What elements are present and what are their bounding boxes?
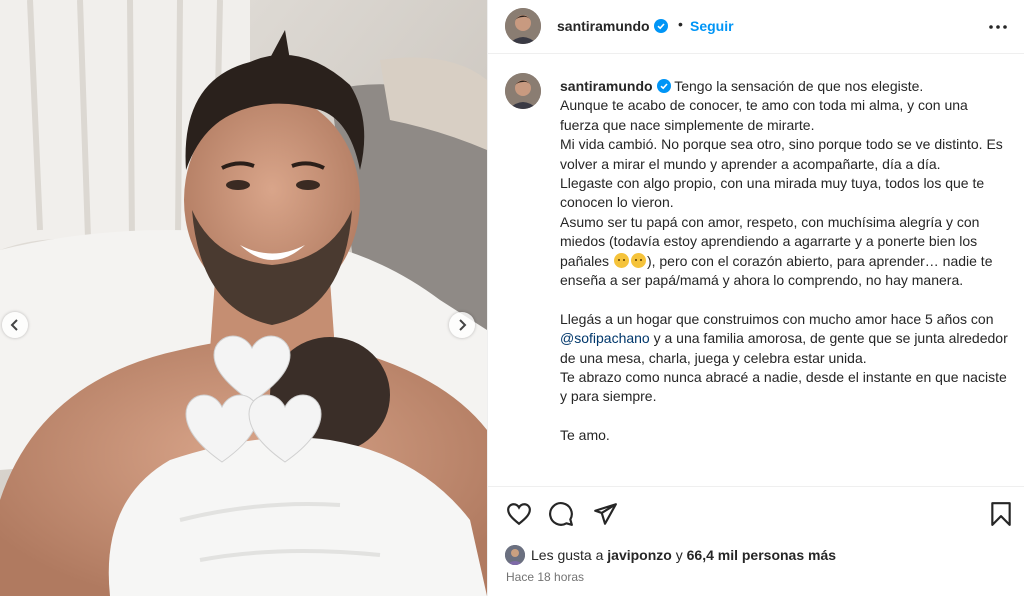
post-timestamp[interactable]: Hace 18 horas: [506, 570, 584, 584]
caption-line: Te abrazo como nunca abracé a nadie, des…: [560, 369, 1007, 405]
mention-link[interactable]: @sofipachano: [560, 330, 650, 346]
comment-button[interactable]: [548, 501, 574, 527]
caption-text: santiramundo Tengo la sensación de que n…: [560, 77, 1008, 446]
verified-badge-icon: [656, 79, 671, 93]
liker-avatar[interactable]: [505, 545, 525, 565]
caption-author-avatar[interactable]: [505, 73, 541, 109]
author-username[interactable]: santiramundo: [557, 18, 668, 34]
chevron-left-icon: [10, 319, 18, 331]
liker-username[interactable]: javiponzo: [607, 547, 672, 563]
caption-username[interactable]: santiramundo: [560, 78, 653, 94]
post-photo: [0, 0, 487, 596]
likes-prefix: Les gusta a: [531, 547, 604, 563]
heart-icon: [507, 503, 531, 526]
comment-icon: [549, 502, 573, 526]
likes-connector: y: [675, 547, 683, 563]
like-button[interactable]: [506, 501, 532, 527]
previous-photo-button[interactable]: [2, 312, 28, 338]
next-photo-button[interactable]: [449, 312, 475, 338]
author-avatar[interactable]: [505, 8, 541, 44]
share-button[interactable]: [592, 501, 618, 527]
caption-line: Aunque te acabo de conocer, te amo con t…: [560, 97, 968, 133]
caption-line: Llegás a un hogar que construimos con mu…: [560, 310, 994, 327]
sweat-smile-emoji-icon: [630, 252, 646, 268]
post-caption: santiramundo Tengo la sensación de que n…: [488, 55, 1024, 485]
follow-button[interactable]: Seguir: [690, 18, 734, 34]
likes-count[interactable]: 66,4 mil personas más: [687, 547, 836, 563]
post-header: santiramundo • Seguir: [488, 0, 1024, 54]
action-bar: [488, 486, 1024, 542]
save-button[interactable]: [988, 501, 1014, 527]
caption-line: Llegaste con algo propio, con una mirada…: [560, 175, 985, 211]
bookmark-icon: [991, 502, 1011, 526]
likes-summary: Les gusta a javiponzo y 66,4 mil persona…: [505, 545, 836, 565]
verified-badge-icon: [653, 19, 668, 33]
post-details-panel: santiramundo • Seguir santiramundo Tengo…: [487, 0, 1024, 596]
sad-face-emoji-icon: [613, 252, 629, 268]
post-media[interactable]: [0, 0, 487, 596]
caption-line: Mi vida cambió. No porque sea otro, sino…: [560, 136, 1003, 172]
chevron-right-icon: [459, 319, 467, 331]
separator-dot: •: [678, 16, 683, 32]
caption-line: Tengo la sensación de que nos elegiste.: [674, 78, 924, 94]
more-horizontal-icon[interactable]: [987, 16, 1009, 38]
post-dialog: santiramundo • Seguir santiramundo Tengo…: [0, 0, 1024, 596]
caption-line: Te amo.: [560, 427, 610, 444]
share-icon: [594, 503, 617, 525]
